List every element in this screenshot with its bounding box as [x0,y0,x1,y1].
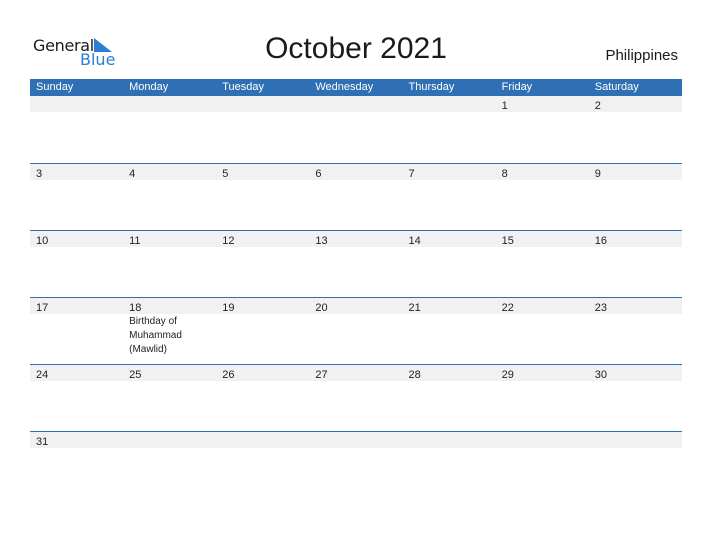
day-cell: 19 [216,298,309,314]
day-cell: 5 [216,164,309,180]
day-number-band: 3 4 5 6 7 8 9 [30,164,682,180]
day-cell [123,432,216,448]
day-cell: 23 [589,298,682,314]
calendar-grid: Sunday Monday Tuesday Wednesday Thursday… [30,79,682,498]
day-number-band: 24 25 26 27 28 29 30 [30,365,682,381]
day-cell: 16 [589,231,682,247]
day-number: 15 [501,235,514,247]
day-cell: 1 [496,96,589,112]
day-number: 9 [594,168,601,180]
day-number-band: 31 [30,432,682,448]
day-number: 13 [315,235,328,247]
day-number: 25 [129,369,142,381]
day-cell: 24 [30,365,123,381]
day-cell: 25 [123,365,216,381]
day-cell: 12 [216,231,309,247]
weekday-saturday: Saturday [594,81,639,93]
weekday-monday: Monday [129,81,169,93]
day-cell: 22 [496,298,589,314]
day-cell [309,432,402,448]
day-cell: 4 [123,164,216,180]
day-number: 24 [36,369,49,381]
day-number: 31 [36,436,49,448]
day-cell [403,96,496,112]
day-number: 14 [408,235,421,247]
day-cell [589,432,682,448]
day-cell [216,432,309,448]
weekday-sunday: Sunday [36,81,74,93]
day-cell: 8 [496,164,589,180]
day-number: 7 [408,168,415,180]
day-cell: 31 [30,432,123,448]
country-label: Philippines [605,47,678,64]
day-number-band: 12 [30,96,682,112]
day-cell: 10 [30,231,123,247]
day-number: 5 [222,168,229,180]
day-cell: 9 [589,164,682,180]
day-cell: 15 [496,231,589,247]
day-number: 27 [315,369,328,381]
day-number: 17 [36,302,49,314]
weekday-wednesday: Wednesday [315,81,374,93]
day-cell [403,432,496,448]
week-row: 17 18 Birthday of Muhammad (Mawlid) 19 20 21 2… [30,297,682,364]
day-number: 11 [129,235,141,247]
day-number-band: 17 18 Birthday of Muhammad (Mawlid) 19 20 21 2… [30,298,682,355]
day-number: 29 [501,369,514,381]
day-cell: 28 [403,365,496,381]
day-number: 21 [408,302,421,314]
day-cell [30,96,123,112]
day-number: 16 [594,235,607,247]
day-number-band: 10 11 12 13 14 15 16 [30,231,682,247]
day-number: 18 [129,302,142,314]
day-cell: 30 [589,365,682,381]
day-number: 20 [315,302,328,314]
day-cell: 29 [496,365,589,381]
day-cell: 14 [403,231,496,247]
day-cell: 18 Birthday of Muhammad (Mawlid) [123,298,216,355]
day-cell: 3 [30,164,123,180]
week-row: 10 11 12 13 14 15 16 [30,230,682,297]
weekday-friday: Friday [501,81,533,93]
day-cell: 17 [30,298,123,314]
weekday-thursday: Thursday [408,81,455,93]
day-number: 2 [594,100,601,112]
day-cell [123,96,216,112]
day-cell: 6 [309,164,402,180]
day-cell: 26 [216,365,309,381]
day-number: 30 [594,369,607,381]
day-cell [496,432,589,448]
week-row: 12 [30,96,682,163]
day-number: 23 [594,302,607,314]
day-cell: 2 [589,96,682,112]
day-number: 22 [501,302,514,314]
week-row: 3 4 5 6 7 8 9 [30,163,682,230]
day-cell: 20 [309,298,402,314]
day-cell: 11 [123,231,216,247]
week-row: 24 25 26 27 28 29 30 [30,364,682,431]
day-number: 8 [501,168,508,180]
weekday-header: Sunday Monday Tuesday Wednesday Thursday… [30,79,682,96]
day-cell: 13 [309,231,402,247]
day-number: 10 [36,235,49,247]
weekday-tuesday: Tuesday [222,81,265,93]
day-number: 1 [501,100,508,112]
day-number: 28 [408,369,421,381]
day-cell [216,96,309,112]
day-cell: 7 [403,164,496,180]
day-number: 12 [222,235,235,247]
day-number: 3 [36,168,43,180]
day-cell: 27 [309,365,402,381]
day-cell: 21 [403,298,496,314]
day-number: 19 [222,302,235,314]
week-row: 31 [30,431,682,498]
day-number: 6 [315,168,322,180]
day-number: 26 [222,369,235,381]
holiday-event: Birthday of Muhammad (Mawlid) [129,316,182,355]
day-cell [309,96,402,112]
day-number: 4 [129,168,136,180]
